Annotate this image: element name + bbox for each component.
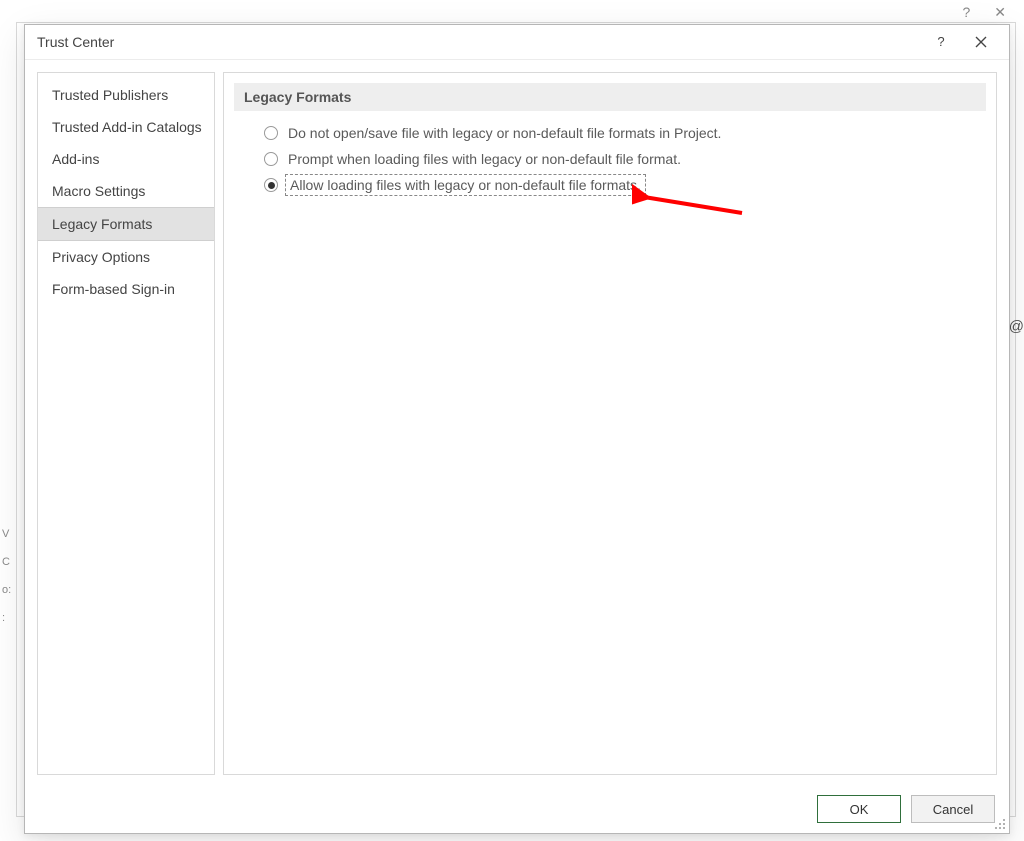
sidebar-item-form-based-signin[interactable]: Form-based Sign-in (38, 273, 214, 305)
background-label-at: @ (1009, 318, 1024, 335)
svg-text:?: ? (937, 35, 944, 49)
sidebar-item-privacy-options[interactable]: Privacy Options (38, 241, 214, 273)
sidebar-item-trusted-publishers[interactable]: Trusted Publishers (38, 79, 214, 111)
option-label: Do not open/save file with legacy or non… (288, 125, 721, 141)
option-label: Allow loading files with legacy or non-d… (288, 177, 643, 193)
sidebar-item-label: Form-based Sign-in (52, 281, 175, 297)
close-icon (975, 36, 987, 48)
dialog-footer: OK Cancel (25, 787, 1009, 833)
background-left-labels: V C o: : (2, 520, 11, 632)
sidebar-item-legacy-formats[interactable]: Legacy Formats (38, 207, 214, 241)
sidebar-item-label: Privacy Options (52, 249, 150, 265)
help-button[interactable]: ? (921, 28, 961, 56)
sidebar-item-label: Legacy Formats (52, 216, 152, 232)
background-label-c: C (2, 548, 11, 576)
option-label: Prompt when loading files with legacy or… (288, 151, 681, 167)
sidebar-item-trusted-addin-catalogs[interactable]: Trusted Add-in Catalogs (38, 111, 214, 143)
dialog-titlebar: Trust Center ? (25, 25, 1009, 60)
option-prompt-on-load[interactable]: Prompt when loading files with legacy or… (264, 151, 986, 167)
option-do-not-open[interactable]: Do not open/save file with legacy or non… (264, 125, 986, 141)
sidebar-item-label: Trusted Publishers (52, 87, 168, 103)
legacy-formats-options: Do not open/save file with legacy or non… (234, 111, 986, 193)
ok-button[interactable]: OK (817, 795, 901, 823)
sidebar-item-label: Trusted Add-in Catalogs (52, 119, 202, 135)
background-label-colon: : (2, 604, 11, 632)
section-header: Legacy Formats (234, 83, 986, 111)
option-allow-loading[interactable]: Allow loading files with legacy or non-d… (264, 177, 986, 193)
background-close-icon: ✕ (994, 4, 1006, 21)
close-button[interactable] (961, 28, 1001, 56)
background-window-controls: ? ✕ (962, 4, 1006, 21)
sidebar-item-label: Add-ins (52, 151, 99, 167)
sidebar-item-label: Macro Settings (52, 183, 145, 199)
button-label: OK (850, 802, 869, 817)
background-label-v: V (2, 520, 11, 548)
dialog-body: Trusted Publishers Trusted Add-in Catalo… (25, 60, 1009, 787)
radio-icon (264, 126, 278, 140)
cancel-button[interactable]: Cancel (911, 795, 995, 823)
radio-icon (264, 152, 278, 166)
sidebar: Trusted Publishers Trusted Add-in Catalo… (37, 72, 215, 775)
dialog-title: Trust Center (37, 34, 114, 50)
resize-grip-icon[interactable] (994, 818, 1006, 830)
radio-icon (264, 178, 278, 192)
background-label-o: o: (2, 576, 11, 604)
sidebar-item-add-ins[interactable]: Add-ins (38, 143, 214, 175)
button-label: Cancel (933, 802, 973, 817)
content-panel: Legacy Formats Do not open/save file wit… (223, 72, 997, 775)
sidebar-item-macro-settings[interactable]: Macro Settings (38, 175, 214, 207)
trust-center-dialog: Trust Center ? Trusted Publishers Truste… (24, 24, 1010, 834)
background-help-icon: ? (962, 4, 970, 21)
help-icon: ? (934, 35, 948, 49)
